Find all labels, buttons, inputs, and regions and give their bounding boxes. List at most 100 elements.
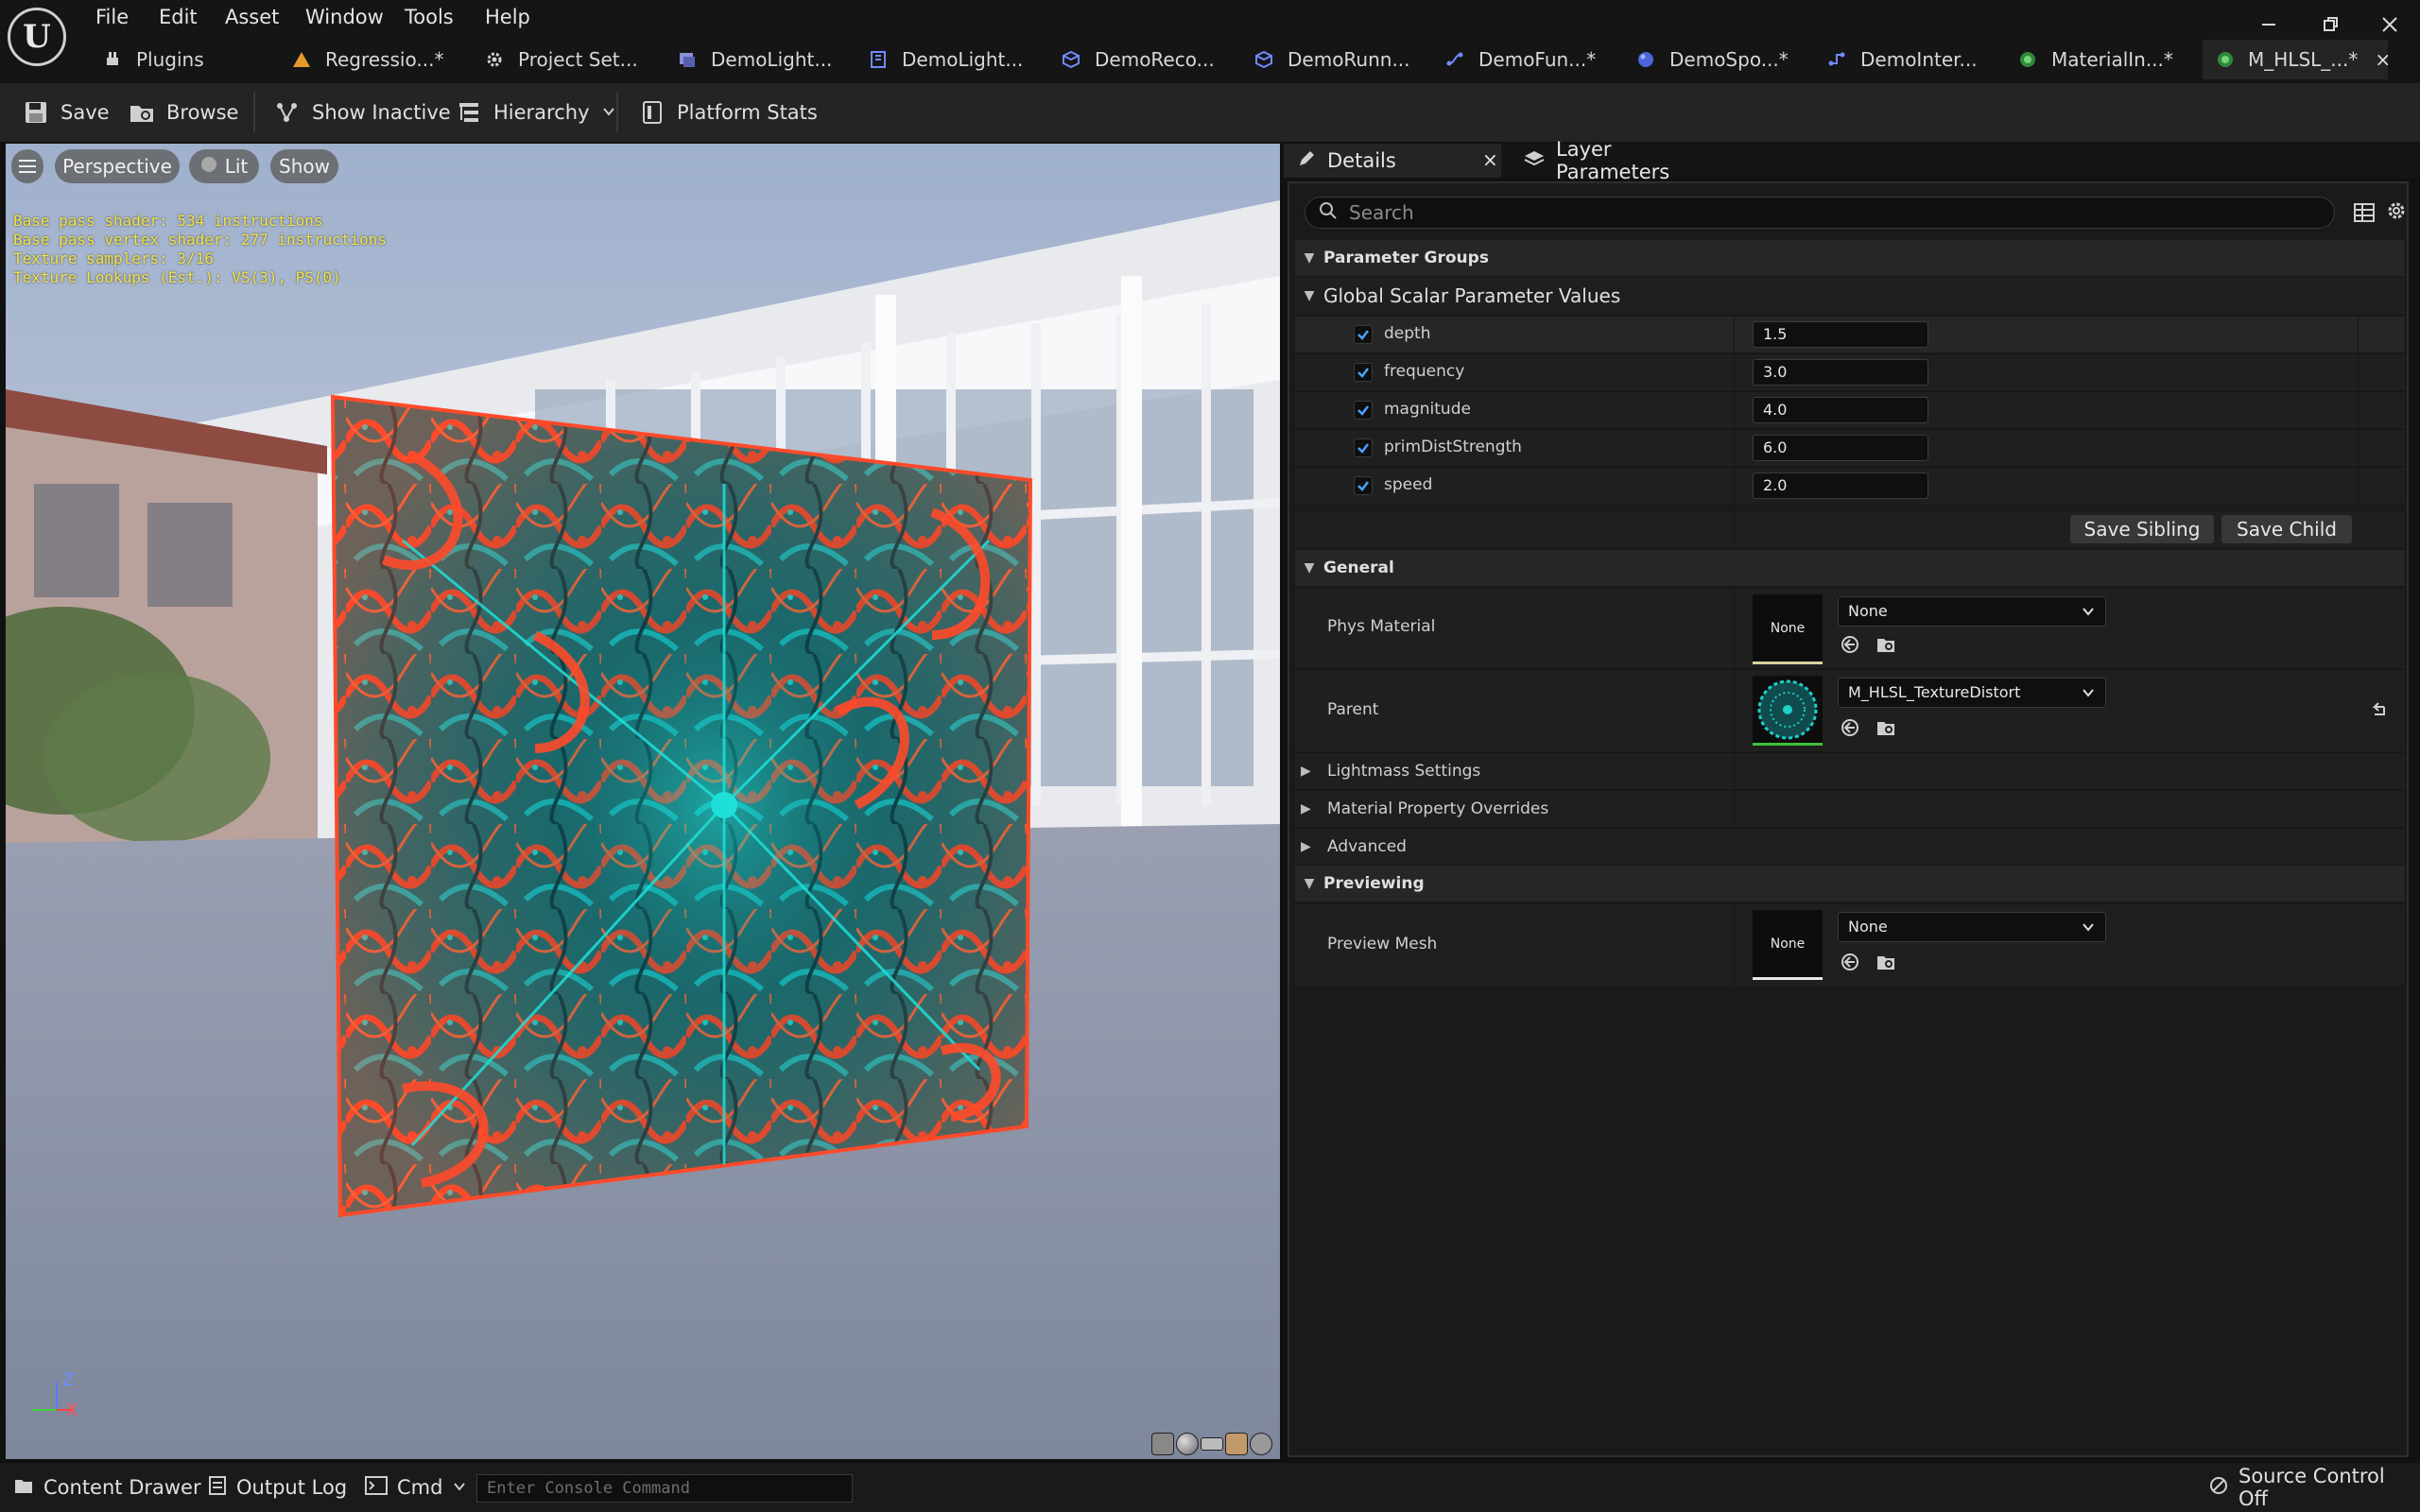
tab-materialinstance[interactable]: MaterialIn...* (2017, 40, 2173, 79)
output-log-button[interactable]: Output Log (208, 1470, 347, 1504)
tab-regression[interactable]: Regressio...* (291, 40, 443, 79)
menu-asset[interactable]: Asset (225, 2, 279, 32)
viewport-scene (6, 144, 1280, 1459)
param-value-input[interactable]: 2.0 (1753, 472, 1928, 499)
menu-file[interactable]: File (95, 2, 129, 32)
close-tab-icon[interactable]: × (2375, 48, 2391, 71)
phys-material-combo[interactable]: None (1838, 596, 2106, 627)
tab-demolight-level[interactable]: DemoLight... (677, 40, 832, 79)
param-enable-checkbox[interactable] (1354, 476, 1373, 495)
category-parameter-groups[interactable]: ▼ Parameter Groups (1295, 240, 2405, 276)
show-inactive-button[interactable]: Show Inactive (274, 94, 451, 130)
combo-value: None (1848, 602, 1888, 620)
tab-demospo[interactable]: DemoSpo...* (1635, 40, 1789, 79)
details-search-input[interactable]: Search (1305, 197, 2335, 229)
menu-window[interactable]: Window (305, 2, 384, 32)
minimize-icon[interactable] (2250, 6, 2288, 43)
tab-layer-parameters[interactable]: Layer Parameters (1511, 138, 1737, 183)
preview-cylinder-icon[interactable] (1151, 1433, 1174, 1455)
reset-to-default-icon[interactable] (2367, 698, 2392, 723)
preview-mesh-combo[interactable]: None (1838, 912, 2106, 942)
tab-m-hlsl-active[interactable]: M_HLSL_...* × (2203, 40, 2391, 79)
unreal-logo-icon[interactable]: U (8, 8, 66, 66)
param-name: depth (1384, 324, 1431, 343)
checkmark-icon (1357, 443, 1369, 454)
content-drawer-label: Content Drawer (43, 1476, 201, 1499)
browse-asset-icon[interactable] (1874, 715, 1898, 740)
console-command-input[interactable]: Enter Console Command (476, 1474, 853, 1503)
preview-sphere-icon[interactable] (1176, 1433, 1199, 1455)
param-value-input[interactable]: 1.5 (1753, 321, 1928, 348)
tab-demofun[interactable]: DemoFun...* (1444, 40, 1596, 79)
param-enable-checkbox[interactable] (1354, 438, 1373, 457)
advanced-row[interactable]: ▶ Advanced (1295, 828, 2405, 865)
use-selected-icon[interactable] (1838, 715, 1862, 740)
save-button[interactable]: Save (23, 94, 110, 130)
browse-button[interactable]: Browse (129, 94, 238, 130)
platform-stats-button[interactable]: Platform Stats (639, 94, 818, 130)
lit-label: Lit (224, 155, 249, 178)
category-general[interactable]: ▼ General (1295, 550, 2405, 586)
menu-help[interactable]: Help (485, 2, 530, 32)
viewport-menu-button[interactable] (11, 149, 43, 183)
restore-icon[interactable] (2312, 6, 2350, 43)
settings-gear-icon[interactable] (2384, 198, 2409, 223)
param-value-input[interactable]: 6.0 (1753, 435, 1928, 461)
tab-label: DemoReco... (1095, 48, 1215, 71)
tab-demoreco[interactable]: DemoReco... (1061, 40, 1215, 79)
browse-asset-icon[interactable] (1874, 950, 1898, 974)
parent-combo[interactable]: M_HLSL_TextureDistort (1838, 678, 2106, 708)
material-property-overrides-row[interactable]: ▶ Material Property Overrides (1295, 790, 2405, 827)
column-divider (1734, 904, 1735, 986)
tab-demorunn[interactable]: DemoRunn... (1253, 40, 1410, 79)
advanced-label: Advanced (1327, 837, 1407, 856)
column-divider (1734, 354, 1735, 390)
lit-button[interactable]: Lit (189, 149, 259, 183)
tab-demolight-blueprint[interactable]: DemoLight... (868, 40, 1023, 79)
preview-plane-icon[interactable] (1201, 1437, 1223, 1451)
content-drawer-button[interactable]: Content Drawer (13, 1470, 201, 1504)
preview-cube-icon[interactable] (1225, 1433, 1248, 1455)
save-child-button[interactable]: Save Child (2221, 515, 2352, 543)
perspective-button[interactable]: Perspective (55, 149, 180, 183)
save-sibling-button[interactable]: Save Sibling (2070, 515, 2214, 543)
lightmass-settings-row[interactable]: ▶ Lightmass Settings (1295, 752, 2405, 789)
preview-mesh-thumbnail[interactable]: None (1753, 910, 1823, 980)
menu-tools[interactable]: Tools (405, 2, 454, 32)
tab-project-settings[interactable]: Project Set... (484, 40, 638, 79)
param-value-input[interactable]: 3.0 (1753, 359, 1928, 386)
axis-z-label: Z (62, 1370, 75, 1390)
tab-details[interactable]: Details × (1284, 144, 1501, 178)
blueprint-icon (868, 49, 889, 70)
cmd-dropdown[interactable]: Cmd (365, 1470, 467, 1504)
use-selected-icon[interactable] (1838, 950, 1862, 974)
group-global-scalar[interactable]: ▼ Global Scalar Parameter Values (1295, 278, 2405, 314)
close-window-icon[interactable] (2371, 6, 2409, 43)
parent-thumbnail[interactable] (1753, 676, 1823, 746)
param-enable-checkbox[interactable] (1354, 325, 1373, 344)
param-name: frequency (1384, 362, 1465, 381)
menu-edit[interactable]: Edit (159, 2, 198, 32)
use-selected-icon[interactable] (1838, 632, 1862, 657)
source-control-button[interactable]: Source Control Off (2208, 1465, 2420, 1510)
status-bar: Content Drawer Output Log Cmd Enter Cons… (0, 1463, 2420, 1512)
show-button[interactable]: Show (270, 149, 338, 183)
category-previewing[interactable]: ▼ Previewing (1295, 866, 2405, 902)
material-icon (2216, 49, 2235, 70)
scalar-param-row: magnitude 4.0 (1295, 391, 2405, 428)
table-view-icon[interactable] (2352, 200, 2377, 225)
material-preview-viewport[interactable]: Perspective Lit Show Base pass shader: 5… (6, 144, 1280, 1459)
category-label: Parameter Groups (1323, 249, 1489, 267)
param-value-input[interactable]: 4.0 (1753, 397, 1928, 423)
param-enable-checkbox[interactable] (1354, 363, 1373, 382)
scalar-param-row: depth 1.5 (1295, 316, 2405, 352)
phys-material-thumbnail[interactable]: None (1753, 594, 1823, 664)
param-enable-checkbox[interactable] (1354, 401, 1373, 420)
preview-teapot-icon[interactable] (1250, 1433, 1272, 1455)
tab-demointer[interactable]: DemoInter... (1826, 40, 1978, 79)
scalar-param-row: speed 2.0 (1295, 467, 2405, 504)
close-tab-icon[interactable]: × (1482, 148, 1498, 171)
tab-plugins[interactable]: Plugins (102, 40, 204, 79)
browse-asset-icon[interactable] (1874, 632, 1898, 657)
hierarchy-dropdown[interactable]: Hierarchy (456, 94, 616, 130)
